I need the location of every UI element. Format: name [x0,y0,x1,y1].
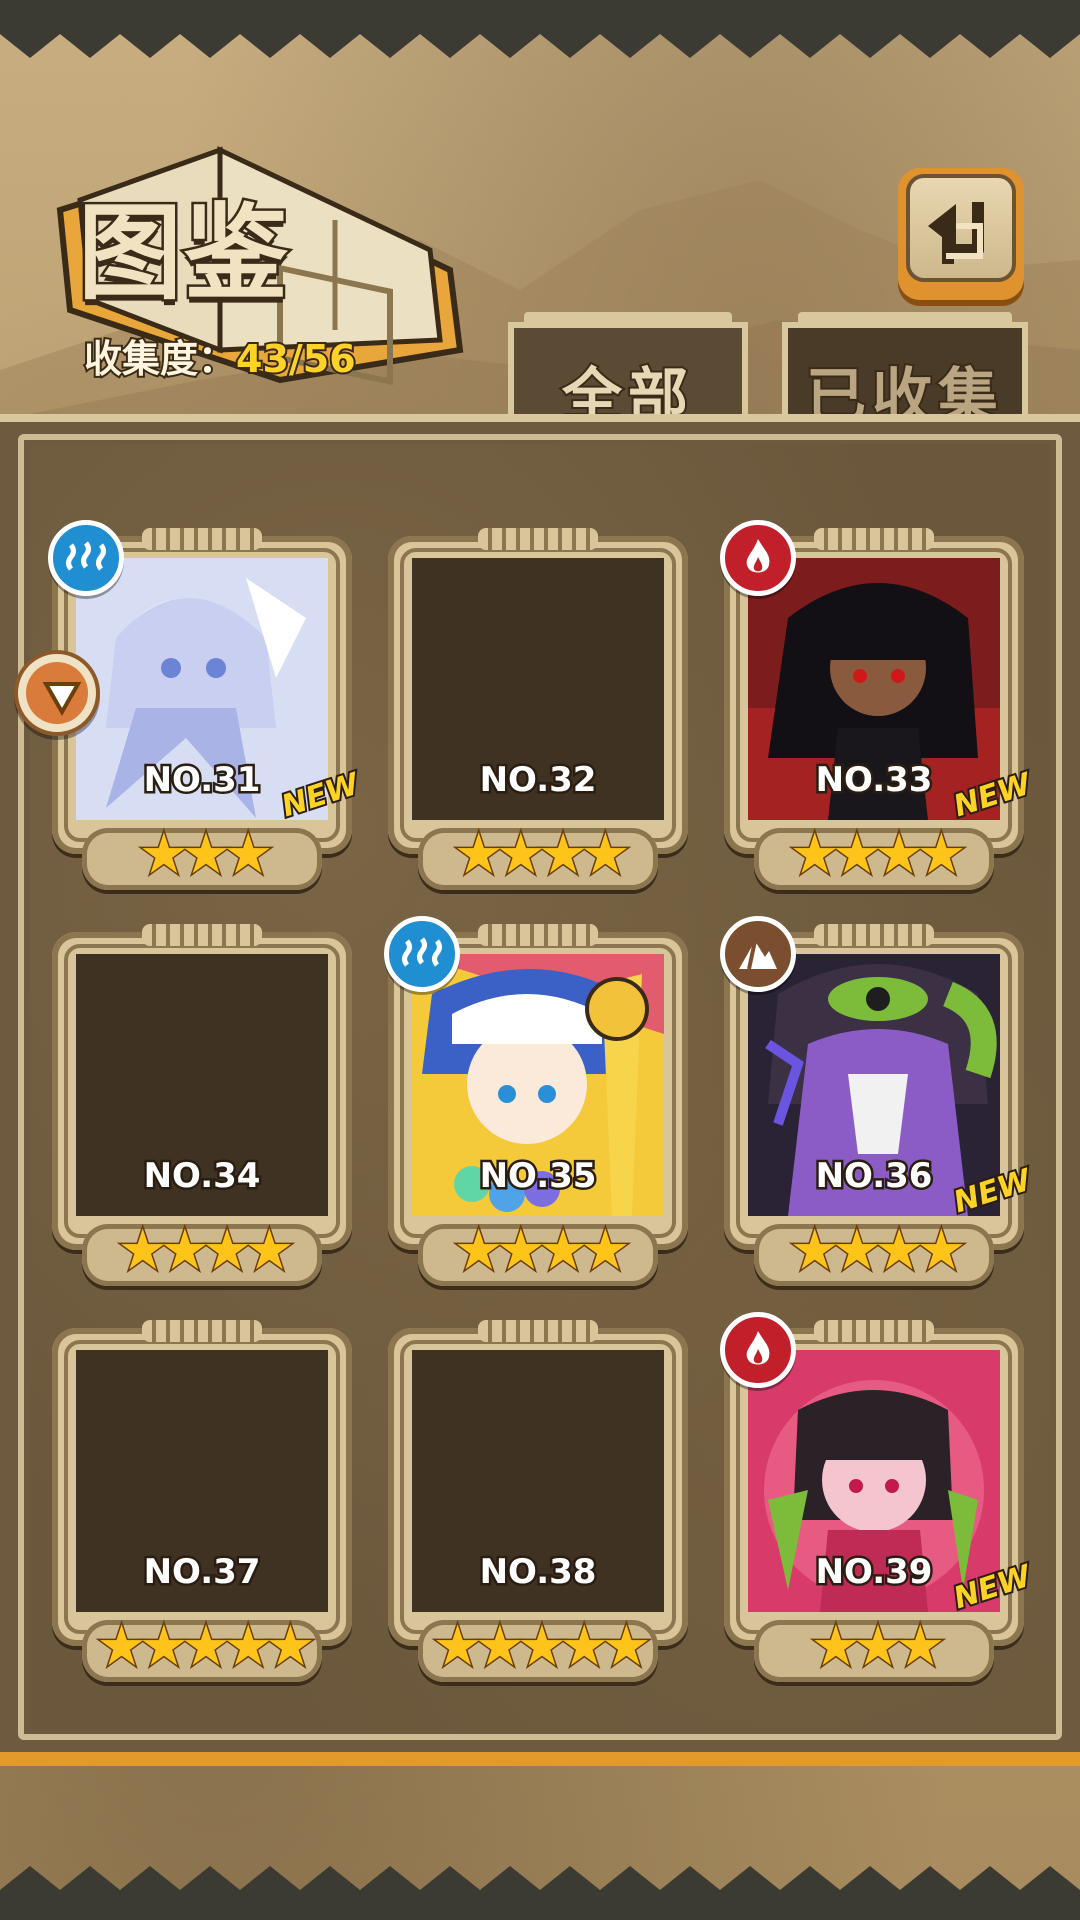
star-rating: ★★★★ [452,821,632,889]
tab-all[interactable]: 全部 [508,312,748,434]
monster-card[interactable]: NO.32 ★★★★ [388,528,688,898]
panel-bottom-bar [0,1752,1080,1766]
bottom-zigzag-border [0,1866,1080,1920]
card-crest [814,924,934,946]
star-rating: ★★★★★ [431,1613,653,1681]
card-crest [478,924,598,946]
tab-collected[interactable]: 已收集 [782,312,1028,434]
card-number: NO.37 [141,1550,263,1595]
card-crest [478,1320,598,1342]
star-rating: ★★★★★ [95,1613,317,1681]
star-rating: ★★★ [137,821,275,889]
monster-card[interactable]: NO.37 ★★★★★ [52,1320,352,1690]
card-crest [478,528,598,550]
tab-cap [524,312,732,326]
card-crest [142,924,262,946]
collection-value: 43/56 [234,335,358,383]
tab-cap [798,312,1012,326]
card-crest [142,528,262,550]
pointer-badge-icon[interactable] [14,650,100,736]
monster-card[interactable]: NO.39 NEW ★★★ [720,1312,1037,1690]
collection-progress: 收集度：43/56 [82,328,358,383]
monster-card[interactable]: NO.38 ★★★★★ [388,1320,688,1690]
water-element-icon [384,916,460,992]
star-rating: ★★★★ [788,821,968,889]
pointer-arrow-icon [42,682,82,717]
star-rating: ★★★★ [116,1217,296,1285]
card-number: NO.35 [477,1154,599,1199]
top-zigzag-border [0,0,1080,58]
fire-element-icon [720,520,796,596]
earth-element-icon [720,916,796,992]
fire-element-icon [720,1312,796,1388]
star-rating: ★★★ [809,1613,947,1681]
monster-card[interactable]: NO.36 NEW ★★★★ [720,916,1037,1294]
card-crest [814,1320,934,1342]
back-button[interactable] [898,168,1024,300]
card-crest [814,528,934,550]
monster-card[interactable]: NO.34 ★★★★ [52,924,352,1294]
page-title: 图鉴 [75,189,291,317]
card-number: NO.34 [141,1154,263,1199]
back-arrow-icon [928,202,984,264]
collection-label: 收集度： [82,335,238,383]
water-element-icon [48,520,124,596]
monster-card[interactable]: NO.33 NEW ★★★★ [720,520,1037,898]
card-number: NO.32 [477,758,599,803]
card-crest [142,1320,262,1342]
star-rating: ★★★★ [452,1217,632,1285]
card-number: NO.38 [477,1550,599,1595]
monster-card[interactable]: NO.35 ★★★★ [384,916,688,1294]
star-rating: ★★★★ [788,1217,968,1285]
